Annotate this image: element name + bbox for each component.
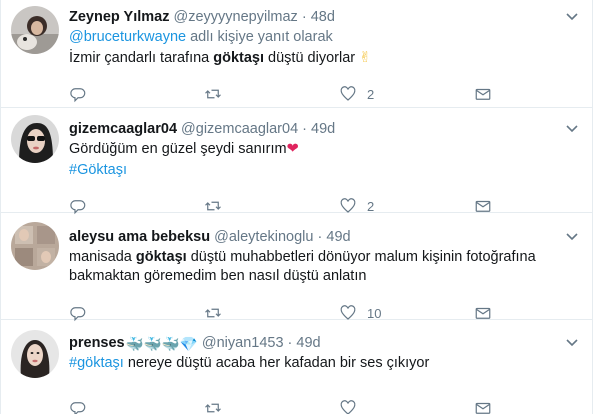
timestamp[interactable]: 49d [296,335,320,351]
user-handle[interactable]: @niyan1453 [202,335,284,351]
timestamp[interactable]: 49d [326,229,350,245]
reply-button[interactable] [69,84,87,104]
tweet-text-part: manisada [69,249,136,265]
tweet-header: gizemcaaglar04 @gizemcaaglar04 · 49d [69,120,584,138]
tweet-text-part: düştü diyorlar [264,50,360,66]
tweet[interactable]: aleysu ama bebeksu @aleytekinoglu · 49d … [1,213,593,322]
tweet-actions [69,398,492,414]
display-name[interactable]: gizemcaaglar04 [69,121,177,137]
like-count: 10 [367,305,382,321]
victory-hand-emoji: ✌ [359,50,372,66]
reply-icon [70,88,86,103]
like-button[interactable] [339,398,367,414]
retweet-button[interactable] [204,84,222,104]
avatar[interactable] [11,115,59,163]
tweet-text-bold: göktaşı [213,50,265,66]
mention-link[interactable]: @bruceturkwayne [69,29,186,45]
tweet-text: İzmir çandarlı tarafına göktaşı düştü di… [69,49,584,68]
tweet-actions: 2 [69,84,492,104]
tweet-hashtag-line: #Göktaşı [69,161,584,180]
tweet-header: Zeynep Yılmaz @zeyyyynepyilmaz · 48d [69,8,584,26]
reply-context: @bruceturkwayne adlı kişiye yanıt olarak [69,28,584,47]
tweet-content: Zeynep Yılmaz @zeyyyynepyilmaz · 48d @br… [69,8,584,103]
tweet[interactable]: gizemcaaglar04 @gizemcaaglar04 · 49d Gör… [1,108,593,215]
hashtag-link[interactable]: #Göktaşı [69,162,127,178]
like-count: 2 [367,198,375,214]
chevron-down-icon[interactable] [564,334,580,350]
tweet-text-bold: göktaşı [135,249,187,265]
tweet-text-part: nereye düştü acaba her kafadan bir ses ç… [123,355,430,371]
envelope-icon [475,88,491,100]
user-handle[interactable]: @gizemcaaglar04 [181,121,298,137]
red-heart-emoji: ❤ [286,141,299,157]
display-name[interactable]: prenses [69,335,125,351]
display-name[interactable]: aleysu ama bebeksu [69,229,210,245]
share-button[interactable] [474,398,492,414]
tweet-text-part: İzmir çandarlı tarafına [69,50,214,66]
chevron-down-icon[interactable] [564,228,580,244]
separator-dot: · [287,335,293,351]
tweet-text: Gördüğüm en güzel şeydi sanırım❤ [69,140,584,159]
separator-dot: · [317,229,323,245]
display-name[interactable]: Zeynep Yılmaz [69,9,169,25]
tweet-content: gizemcaaglar04 @gizemcaaglar04 · 49d Gör… [69,120,584,215]
share-button[interactable] [474,84,492,104]
heart-icon [340,86,356,101]
avatar[interactable] [11,330,59,378]
whale-emoji-group: 🐳🐳🐳💎 [125,337,198,353]
user-handle[interactable]: @aleytekinoglu [214,229,313,245]
envelope-icon [475,402,491,414]
tweet-text: #göktaşı nereye düştü acaba her kafadan … [69,354,584,373]
retweet-button[interactable] [204,398,222,414]
retweet-icon [205,403,221,413]
tweet[interactable]: Zeynep Yılmaz @zeyyyynepyilmaz · 48d @br… [1,0,593,108]
hashtag-link[interactable]: #göktaşı [69,355,124,371]
avatar[interactable] [11,222,59,270]
retweet-icon [205,89,221,99]
chevron-down-icon[interactable] [564,120,580,136]
tweet-content: aleysu ama bebeksu @aleytekinoglu · 49d … [69,228,584,322]
reply-icon [70,402,86,414]
tweet-text: manisada göktaşı düştü muhabbetleri dönü… [69,248,569,286]
like-button[interactable]: 2 [339,84,374,104]
separator-dot: · [302,121,308,137]
tweet-header: aleysu ama bebeksu @aleytekinoglu · 49d [69,228,584,246]
like-count: 2 [367,86,375,102]
reply-button[interactable] [69,398,87,414]
chevron-down-icon[interactable] [564,8,580,24]
tweet-text-part: Gördüğüm en güzel şeydi sanırım [69,141,287,157]
timestamp[interactable]: 49d [311,121,335,137]
heart-icon [340,400,356,414]
separator-dot: · [301,9,307,25]
tweet-feed: Zeynep Yılmaz @zeyyyynepyilmaz · 48d @br… [0,0,593,414]
tweet[interactable]: prenses🐳🐳🐳💎 @niyan1453 · 49d #göktaşı ne… [1,320,593,414]
avatar[interactable] [11,6,59,54]
timestamp[interactable]: 48d [311,9,335,25]
tweet-header: prenses🐳🐳🐳💎 @niyan1453 · 49d [69,334,584,353]
user-handle[interactable]: @zeyyyynepyilmaz [174,9,298,25]
tweet-content: prenses🐳🐳🐳💎 @niyan1453 · 49d #göktaşı ne… [69,334,584,414]
reply-context-text: adlı kişiye yanıt olarak [186,29,333,45]
